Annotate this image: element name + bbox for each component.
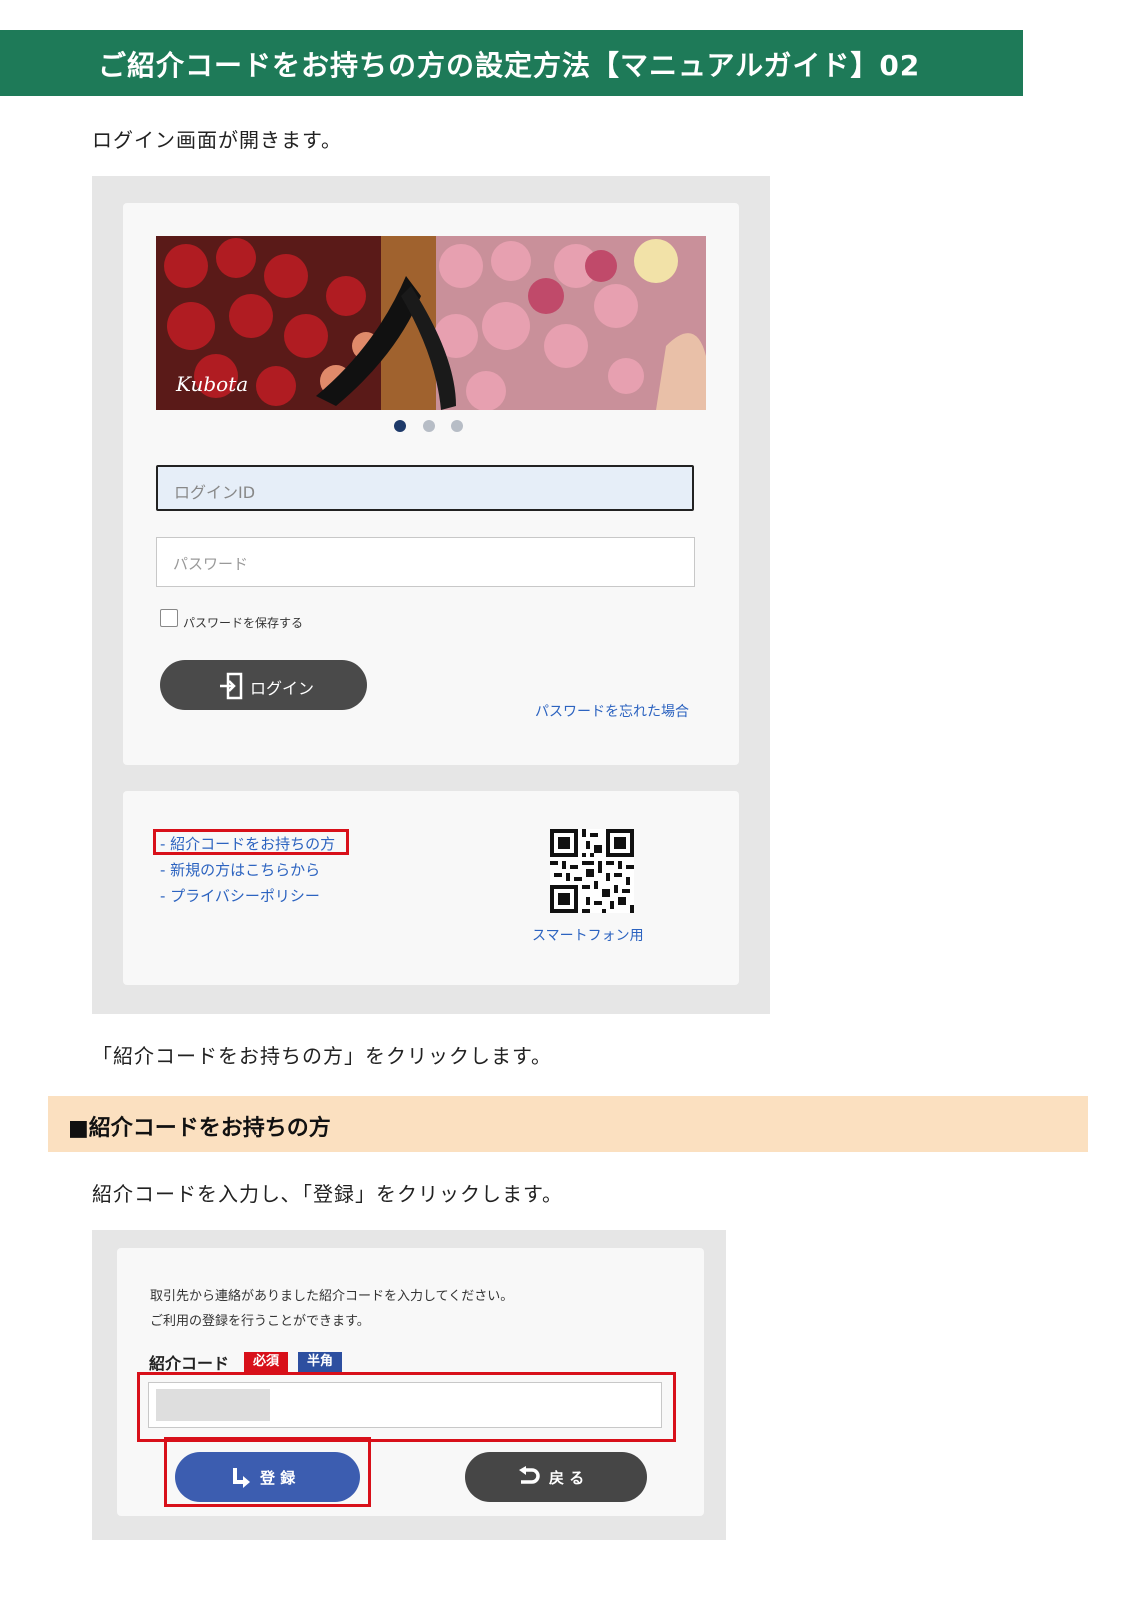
required-badge: 必須 — [244, 1352, 288, 1372]
halfwidth-badge: 半角 — [298, 1352, 342, 1372]
section-heading-bar: ■紹介コードをお持ちの方 — [48, 1096, 1088, 1152]
smartphone-link[interactable]: スマートフォン用 — [532, 925, 644, 945]
step2-caption: 「紹介コードをお持ちの方」をクリックします。 — [92, 1044, 552, 1068]
back-button-label: 戻 る — [549, 1469, 585, 1487]
login-id-placeholder: ログインID — [174, 483, 256, 502]
password-placeholder: パスワード — [173, 555, 249, 573]
referral-code-input[interactable] — [148, 1382, 662, 1428]
arrow-turn-right-icon — [233, 1468, 250, 1488]
carousel-dot-2[interactable] — [423, 420, 435, 432]
register-button[interactable]: 登 録 — [175, 1452, 360, 1502]
instruction-line-1: 取引先から連絡がありました紹介コードを入力してください。 — [150, 1289, 514, 1304]
register-button-label: 登 録 — [260, 1469, 296, 1487]
forgot-password-link[interactable]: パスワードを忘れた場合 — [535, 701, 689, 721]
privacy-policy-link[interactable]: - プライバシーポリシー — [160, 885, 320, 906]
carousel-image: Kubota — [156, 236, 706, 410]
instruction-line-2: ご利用の登録を行うことができます。 — [150, 1314, 370, 1329]
return-arrow-icon — [519, 1466, 540, 1484]
svg-text:Kubota: Kubota — [175, 372, 248, 396]
step3-caption: 紹介コードを入力し､「登録」をクリックします。 — [92, 1182, 563, 1206]
login-id-input[interactable]: ログインID — [156, 465, 694, 511]
password-input[interactable]: パスワード — [156, 537, 695, 587]
page-title-bar: ご紹介コードをお持ちの方の設定方法【マニュアルガイド】02 — [0, 30, 1023, 96]
qr-code-icon — [550, 829, 634, 913]
redacted-code-value — [156, 1389, 270, 1421]
save-password-label: パスワードを保存する — [183, 616, 304, 630]
page-title: ご紹介コードをお持ちの方の設定方法【マニュアルガイド】02 — [98, 49, 921, 82]
login-button-label: ログイン — [250, 679, 315, 698]
new-user-link[interactable]: - 新規の方はこちらから — [160, 859, 320, 880]
back-button[interactable]: 戻 る — [465, 1452, 647, 1502]
login-icon — [220, 672, 243, 700]
section-heading: ■紹介コードをお持ちの方 — [68, 1116, 331, 1141]
referral-code-label: 紹介コード — [149, 1354, 230, 1373]
login-button[interactable]: ログイン — [160, 660, 367, 710]
save-password-checkbox[interactable] — [160, 609, 178, 627]
carousel-dot-3[interactable] — [451, 420, 463, 432]
carousel-dot-1[interactable] — [394, 420, 406, 432]
step1-caption: ログイン画面が開きます。 — [92, 128, 342, 152]
flower-box-photo: Kubota — [156, 236, 706, 410]
referral-code-link[interactable]: - 紹介コードをお持ちの方 — [160, 833, 335, 854]
